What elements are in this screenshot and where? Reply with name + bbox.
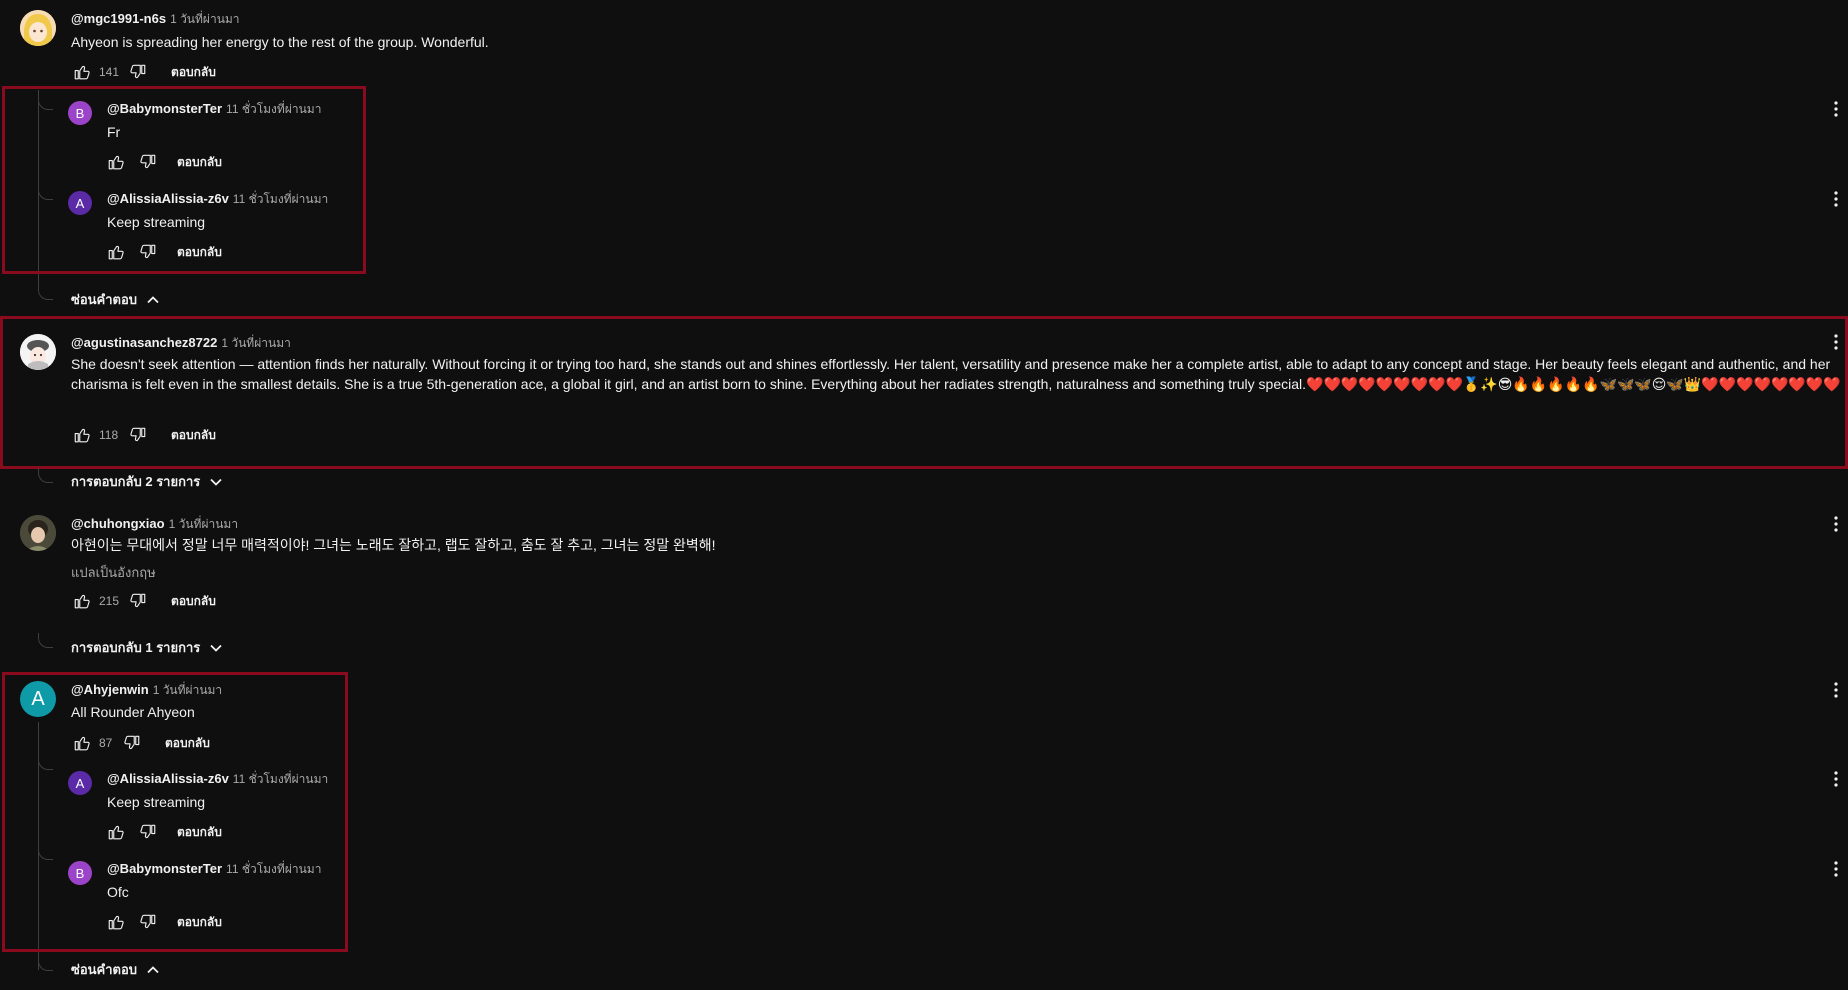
chevron-up-icon: [145, 962, 161, 978]
thread-connector: [38, 99, 53, 110]
thread-connector: [38, 189, 53, 200]
dislike-button[interactable]: [137, 241, 159, 263]
comment-author[interactable]: @mgc1991-n6s: [71, 11, 166, 26]
avatar[interactable]: A: [20, 681, 56, 717]
reply-button[interactable]: ตอบกลับ: [177, 913, 222, 932]
more-options-icon[interactable]: [1828, 678, 1844, 702]
hide-replies-label: ซ่อนคำตอบ: [71, 962, 138, 977]
comment-time[interactable]: 11 ชั่วโมงที่ผ่านมา: [226, 862, 321, 876]
photo-avatar-icon: [20, 515, 56, 551]
comment-time[interactable]: 1 วันที่ผ่านมา: [221, 336, 290, 350]
avatar[interactable]: B: [68, 861, 92, 885]
like-button[interactable]: [71, 424, 93, 446]
comment-text: She doesn't seek attention — attention f…: [71, 356, 1841, 392]
like-count: 87: [99, 736, 113, 750]
like-button[interactable]: [71, 590, 93, 612]
comment-author[interactable]: @chuhongxiao: [71, 516, 165, 531]
show-replies-label: การตอบกลับ 1 รายการ: [71, 640, 201, 655]
dislike-button[interactable]: [137, 821, 159, 843]
comment-author[interactable]: @AlissiaAlissia-z6v: [107, 191, 229, 206]
dislike-button[interactable]: [127, 590, 149, 612]
comment-text: Keep streaming: [107, 794, 206, 810]
dislike-button[interactable]: [121, 732, 143, 754]
comment-text: Ofc: [107, 884, 129, 900]
anime-avatar-icon: [20, 10, 56, 46]
avatar[interactable]: A: [68, 771, 92, 795]
thread-connector: [38, 470, 53, 483]
thread-connector: [38, 635, 53, 648]
more-options-icon[interactable]: [1828, 187, 1844, 211]
comment-time[interactable]: 1 วันที่ผ่านมา: [153, 683, 222, 697]
more-options-icon[interactable]: [1828, 857, 1844, 881]
comment-author[interactable]: @BabymonsterTer: [107, 101, 222, 116]
reply-button[interactable]: ตอบกลับ: [177, 153, 222, 172]
show-replies-label: การตอบกลับ 2 รายการ: [71, 474, 201, 489]
reply-button[interactable]: ตอบกลับ: [171, 592, 216, 611]
like-button[interactable]: [105, 241, 127, 263]
like-count: 215: [99, 594, 120, 608]
more-options-icon[interactable]: [1828, 97, 1844, 121]
chevron-down-icon: [208, 474, 224, 490]
thread-connector: [38, 849, 53, 860]
comment-text: 아현이는 무대에서 정말 너무 매력적이야! 그녀는 노래도 잘하고, 랩도 잘…: [71, 537, 716, 553]
thread-connector: [38, 289, 53, 300]
reply-button[interactable]: ตอบกลับ: [177, 823, 222, 842]
dislike-button[interactable]: [137, 151, 159, 173]
comment-author[interactable]: @agustinasanchez8722: [71, 335, 217, 350]
hide-replies-label: ซ่อนคำตอบ: [71, 292, 138, 307]
comment-time[interactable]: 11 ชั่วโมงที่ผ่านมา: [226, 102, 321, 116]
comment-author[interactable]: @AlissiaAlissia-z6v: [107, 771, 229, 786]
dislike-button[interactable]: [137, 911, 159, 933]
comment-time[interactable]: 11 ชั่วโมงที่ผ่านมา: [233, 192, 328, 206]
like-button[interactable]: [105, 911, 127, 933]
chevron-up-icon: [145, 292, 161, 308]
reply-button[interactable]: ตอบกลับ: [171, 63, 216, 82]
more-options-icon[interactable]: [1828, 330, 1844, 354]
dislike-button[interactable]: [127, 61, 149, 83]
comment-time[interactable]: 1 วันที่ผ่านมา: [169, 517, 238, 531]
translate-link[interactable]: แปลเป็นอังกฤษ: [71, 562, 156, 583]
comment-text: Keep streaming: [107, 214, 206, 230]
thread-connector: [38, 960, 53, 971]
avatar[interactable]: B: [68, 101, 92, 125]
comment-text: Ahyeon is spreading her energy to the re…: [71, 34, 489, 50]
like-button[interactable]: [71, 61, 93, 83]
thread-connector: [38, 759, 53, 770]
like-button[interactable]: [105, 151, 127, 173]
avatar[interactable]: [20, 334, 56, 370]
like-count: 118: [99, 428, 119, 442]
avatar[interactable]: A: [68, 191, 92, 215]
like-count: 141: [99, 65, 120, 79]
comment-time[interactable]: 11 ชั่วโมงที่ผ่านมา: [233, 772, 328, 786]
anime-avatar-icon: [20, 334, 56, 370]
dislike-button[interactable]: [127, 424, 149, 446]
reply-button[interactable]: ตอบกลับ: [177, 243, 222, 262]
hide-replies-button[interactable]: ซ่อนคำตอบ: [71, 289, 161, 310]
comment-time[interactable]: 1 วันที่ผ่านมา: [170, 12, 239, 26]
thread-line: [38, 468, 39, 472]
reply-button[interactable]: ตอบกลับ: [171, 426, 216, 445]
chevron-down-icon: [208, 640, 224, 656]
comment-text: All Rounder Ahyeon: [71, 704, 195, 720]
like-button[interactable]: [105, 821, 127, 843]
comment-author[interactable]: @Ahyjenwin: [71, 682, 149, 697]
more-options-icon[interactable]: [1828, 512, 1844, 536]
show-replies-button[interactable]: การตอบกลับ 2 รายการ: [71, 471, 224, 492]
avatar[interactable]: [20, 515, 56, 551]
avatar[interactable]: [20, 10, 56, 46]
comment-text: Fr: [107, 124, 121, 140]
like-button[interactable]: [71, 732, 93, 754]
reply-button[interactable]: ตอบกลับ: [165, 734, 210, 753]
more-options-icon[interactable]: [1828, 767, 1844, 791]
hide-replies-button[interactable]: ซ่อนคำตอบ: [71, 959, 161, 980]
comment-author[interactable]: @BabymonsterTer: [107, 861, 222, 876]
show-replies-button[interactable]: การตอบกลับ 1 รายการ: [71, 637, 224, 658]
